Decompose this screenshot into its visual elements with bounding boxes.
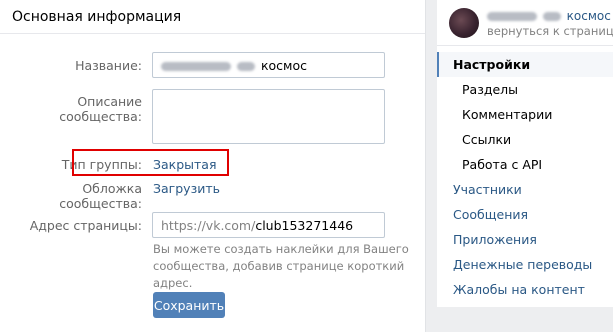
save-button[interactable]: Сохранить — [153, 292, 225, 318]
section-header: Основная информация — [0, 0, 425, 34]
description-label: Описание сообщества: — [59, 94, 142, 124]
nav-item-comments[interactable]: Комментарии — [437, 102, 613, 127]
blurred-text — [542, 12, 561, 21]
main-panel: Основная информация Название: космос Опи… — [0, 0, 426, 332]
nav-item-money-transfers[interactable]: Денежные переводы — [437, 252, 613, 277]
nav-item-members[interactable]: Участники — [437, 177, 613, 202]
address-prefix: https://vk.com/ — [161, 218, 256, 233]
blurred-text — [236, 62, 255, 71]
sidebar: космос вернуться к странице Настройки Ра… — [437, 0, 613, 307]
description-field[interactable] — [152, 89, 385, 144]
name-field[interactable]: космос — [152, 52, 385, 78]
back-to-page-link[interactable]: вернуться к странице — [487, 24, 613, 38]
cover-label: Обложка сообщества: — [59, 181, 142, 211]
address-hint: Вы можете создать наклейки для Вашего со… — [153, 242, 409, 290]
blurred-text — [487, 12, 537, 21]
community-name-suffix: космос — [566, 9, 611, 23]
nav-item-apps[interactable]: Приложения — [437, 227, 613, 252]
highlight-box — [72, 149, 229, 176]
community-name[interactable]: космос — [487, 9, 611, 23]
cover-upload-link[interactable]: Загрузить — [153, 181, 220, 196]
name-label: Название: — [75, 58, 142, 73]
page-title: Основная информация — [12, 8, 182, 25]
address-field[interactable]: https://vk.com/club153271446 — [152, 212, 385, 238]
address-label: Адрес страницы: — [29, 218, 142, 233]
nav-item-settings[interactable]: Настройки — [437, 52, 613, 77]
settings-nav: Настройки Разделы Комментарии Ссылки Раб… — [437, 52, 613, 302]
community-header[interactable]: космос вернуться к странице — [437, 0, 613, 46]
nav-item-links[interactable]: Ссылки — [437, 127, 613, 152]
avatar[interactable] — [449, 8, 479, 38]
address-value: club153271446 — [255, 218, 354, 233]
nav-item-content-reports[interactable]: Жалобы на контент — [437, 277, 613, 302]
name-field-value: космос — [260, 58, 307, 73]
nav-item-sections[interactable]: Разделы — [437, 77, 613, 102]
nav-item-api[interactable]: Работа с API — [437, 152, 613, 177]
blurred-text — [161, 62, 231, 71]
nav-item-messages[interactable]: Сообщения — [437, 202, 613, 227]
